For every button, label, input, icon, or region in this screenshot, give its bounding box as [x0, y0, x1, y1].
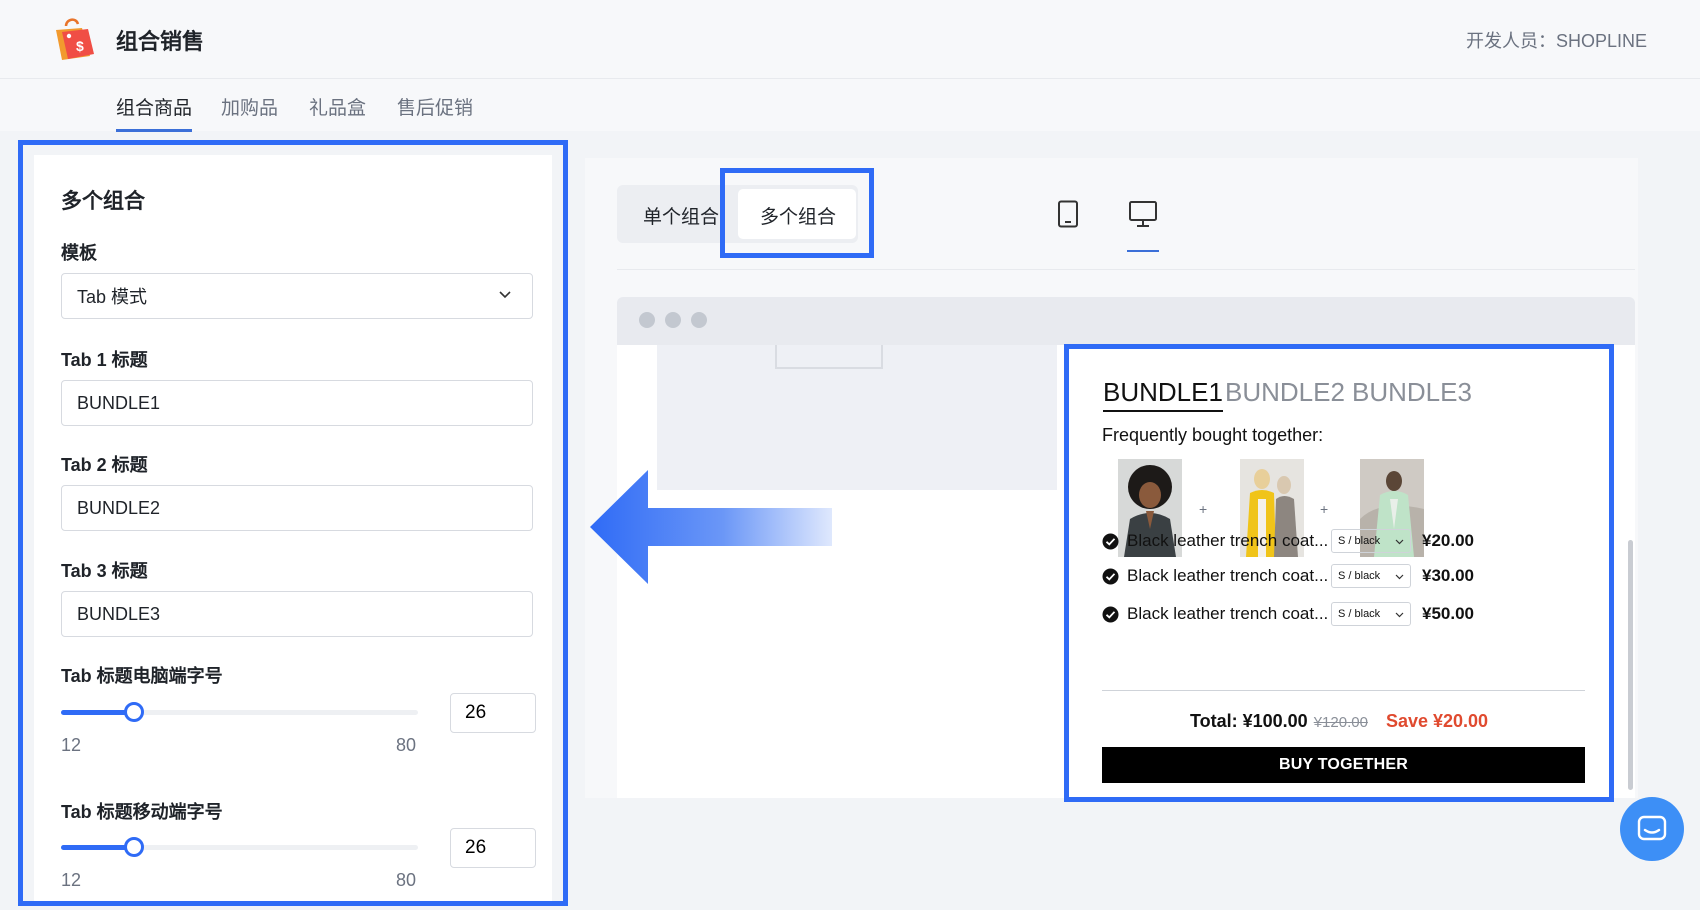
tab-gift-box[interactable]: 礼品盒 [309, 93, 366, 129]
item-name: Black leather trench coat... [1127, 531, 1329, 550]
item-price: ¥50.00 [1422, 604, 1474, 623]
check-circle-icon[interactable] [1102, 606, 1119, 623]
plus-icon: + [1320, 501, 1329, 517]
template-label: 模板 [61, 243, 97, 263]
settings-highlight-frame: 多个组合 模板 Tab 模式 Tab 1 标题 Tab 2 标题 Tab 3 标… [18, 140, 568, 906]
variant-select-value: S / black [1338, 608, 1381, 620]
bundle-tab-1[interactable]: BUNDLE1 [1103, 377, 1223, 412]
desktop-font-max: 80 [396, 735, 417, 755]
tab1-title-input[interactable] [61, 380, 533, 426]
desktop-font-size-input[interactable] [450, 693, 536, 733]
variant-select-value: S / black [1338, 535, 1381, 547]
segment-highlight-frame [720, 168, 874, 258]
save-amount: Save ¥20.00 [1385, 711, 1489, 731]
tab1-title-label: Tab 1 标题 [61, 350, 148, 370]
variant-select[interactable]: S / black [1331, 529, 1411, 553]
item-name: Black leather trench coat... [1127, 566, 1329, 585]
window-dot-icon [639, 312, 655, 328]
window-dot-icon [691, 312, 707, 328]
check-circle-icon[interactable] [1102, 568, 1119, 585]
chevron-down-icon [499, 291, 511, 299]
variant-select[interactable]: S / black [1331, 564, 1411, 588]
template-select-value: Tab 模式 [77, 287, 148, 307]
bundle-total-line: Total: ¥100.00 ¥120.00 Save ¥20.00 [1069, 711, 1609, 732]
tab-post-purchase[interactable]: 售后促销 [397, 93, 473, 129]
shopping-tag-logo-icon: $ [56, 18, 94, 60]
desktop-font-slider-fill [61, 710, 133, 715]
template-select[interactable]: Tab 模式 [61, 273, 533, 319]
mobile-font-size-label: Tab 标题移动端字号 [61, 802, 223, 822]
desktop-icon[interactable] [1128, 200, 1158, 228]
item-price: ¥20.00 [1422, 531, 1474, 550]
svg-text:$: $ [76, 38, 84, 54]
settings-title: 多个组合 [61, 190, 145, 213]
mobile-font-max: 80 [396, 870, 417, 890]
chat-icon [1637, 815, 1667, 841]
bundle-divider [1102, 690, 1585, 691]
desktop-font-slider[interactable] [61, 702, 418, 722]
tab-bundle-products[interactable]: 组合商品 [116, 93, 193, 132]
bundle-item-row: Black leather trench coat... S / black ¥… [1102, 529, 1572, 555]
tab2-title-label: Tab 2 标题 [61, 455, 148, 475]
placeholder-stand-shape [775, 345, 883, 369]
mobile-font-size-input[interactable] [450, 828, 536, 868]
browser-mock-bar [617, 297, 1635, 345]
device-active-underline [1127, 250, 1159, 252]
mobile-font-slider[interactable] [61, 837, 418, 857]
desktop-font-min: 12 [61, 735, 82, 755]
bundle-item-row: Black leather trench coat... S / black ¥… [1102, 564, 1572, 590]
settings-card: 多个组合 模板 Tab 模式 Tab 1 标题 Tab 2 标题 Tab 3 标… [34, 155, 552, 901]
main-nav-tabs: 组合商品 加购品 礼品盒 售后促销 [0, 79, 1700, 132]
mobile-icon[interactable] [1057, 200, 1079, 228]
segment-single-bundle[interactable]: 单个组合 [643, 202, 719, 229]
buy-together-button[interactable]: BUY TOGETHER [1102, 747, 1585, 783]
desktop-font-size-label: Tab 标题电脑端字号 [61, 666, 223, 686]
tab3-title-label: Tab 3 标题 [61, 561, 148, 581]
chat-support-button[interactable] [1620, 797, 1684, 861]
mobile-font-slider-fill [61, 845, 133, 850]
app-title: 组合销售 [116, 29, 205, 54]
desktop-font-slider-thumb[interactable] [124, 702, 144, 722]
arrow-left-icon [590, 470, 832, 584]
frequently-bought-heading: Frequently bought together: [1102, 425, 1324, 445]
bundle-widget-frame: BUNDLE1 BUNDLE2 BUNDLE3 Frequently bough… [1064, 344, 1614, 802]
chevron-down-icon [1395, 539, 1404, 545]
chevron-down-icon [1395, 612, 1404, 618]
plus-icon: + [1199, 501, 1208, 517]
tab2-title-input[interactable] [61, 485, 533, 531]
preview-divider [617, 269, 1635, 270]
bundle-item-row: Black leather trench coat... S / black ¥… [1102, 602, 1572, 628]
bundle-tab-3[interactable]: BUNDLE3 [1352, 377, 1472, 408]
app-header: $ 组合销售 开发人员：SHOPLINE [0, 0, 1700, 79]
chevron-down-icon [1395, 574, 1404, 580]
preview-scrollbar[interactable] [1628, 540, 1633, 790]
mobile-font-min: 12 [61, 870, 82, 890]
mobile-font-slider-thumb[interactable] [124, 837, 144, 857]
window-dot-icon [665, 312, 681, 328]
total-price: Total: ¥100.00 [1189, 711, 1308, 731]
item-name: Black leather trench coat... [1127, 604, 1329, 623]
tab-add-on[interactable]: 加购品 [221, 93, 278, 129]
variant-select-value: S / black [1338, 570, 1381, 582]
original-price: ¥120.00 [1313, 714, 1368, 731]
variant-select[interactable]: S / black [1331, 602, 1411, 626]
item-price: ¥30.00 [1422, 566, 1474, 585]
developer-label: 开发人员：SHOPLINE [1465, 31, 1647, 51]
tab3-title-input[interactable] [61, 591, 533, 637]
bundle-tab-2[interactable]: BUNDLE2 [1225, 377, 1345, 408]
check-circle-icon[interactable] [1102, 533, 1119, 550]
